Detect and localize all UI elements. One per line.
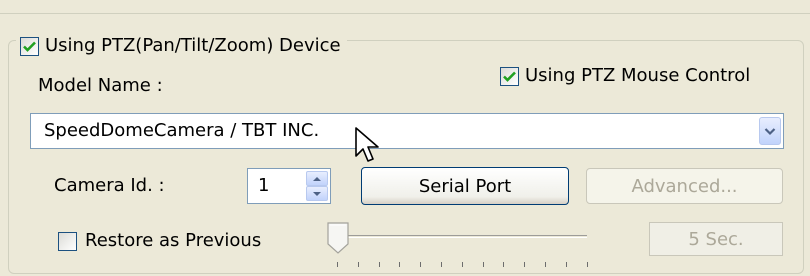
model-selected-value: SpeedDomeCamera / TBT INC. (44, 120, 320, 141)
camera-id-value: 1 (258, 175, 270, 196)
delay-value-display: 5 Sec. (649, 222, 783, 256)
slider-tick (503, 262, 505, 267)
slider-tick (461, 262, 463, 267)
use-ptz-checkbox-box[interactable] (20, 36, 39, 56)
slider-tick (482, 262, 484, 267)
slider-tick (399, 262, 401, 267)
ptz-mouse-control-label: Using PTZ Mouse Control (525, 65, 751, 86)
slider-tick (441, 262, 442, 267)
previous-group-box-edge (0, 0, 810, 14)
arrow-up-icon (313, 176, 321, 181)
ptz-mouse-control-checkbox[interactable]: Using PTZ Mouse Control (500, 65, 750, 87)
model-name-label: Model Name : (38, 75, 163, 96)
slider-tick (420, 262, 422, 267)
delay-slider[interactable] (325, 220, 595, 270)
slider-tick (586, 262, 588, 267)
model-dropdown-button[interactable] (759, 117, 781, 145)
slider-thumb-icon[interactable] (327, 222, 349, 254)
model-name-combobox[interactable]: SpeedDomeCamera / TBT INC. (30, 113, 784, 149)
ptz-mouse-control-checkbox-box[interactable] (500, 66, 519, 86)
slider-tick (337, 262, 338, 267)
serial-port-button[interactable]: Serial Port (361, 167, 569, 205)
chevron-down-icon (764, 127, 776, 135)
advanced-button[interactable]: Advanced... (586, 168, 783, 204)
slider-tick (357, 262, 359, 267)
slider-tick (378, 262, 380, 267)
arrow-down-icon (313, 191, 321, 196)
slider-tick (524, 262, 526, 267)
restore-previous-label: Restore as Previous (85, 230, 262, 251)
slider-tick (545, 262, 546, 267)
check-icon (23, 41, 36, 52)
slider-tick (565, 262, 567, 267)
slider-track (337, 235, 587, 238)
restore-previous-checkbox[interactable]: Restore as Previous (58, 230, 261, 252)
restore-previous-checkbox-box[interactable] (58, 231, 77, 251)
mouse-pointer-icon (355, 127, 379, 162)
camera-id-up-button[interactable] (306, 171, 328, 186)
camera-id-spinbox[interactable]: 1 (247, 168, 331, 204)
use-ptz-device-checkbox[interactable]: Using PTZ(Pan/Tilt/Zoom) Device (16, 33, 347, 59)
camera-id-label: Camera Id. : (54, 175, 165, 196)
check-icon (503, 71, 516, 82)
camera-id-down-button[interactable] (306, 186, 328, 201)
use-ptz-label: Using PTZ(Pan/Tilt/Zoom) Device (45, 35, 341, 56)
